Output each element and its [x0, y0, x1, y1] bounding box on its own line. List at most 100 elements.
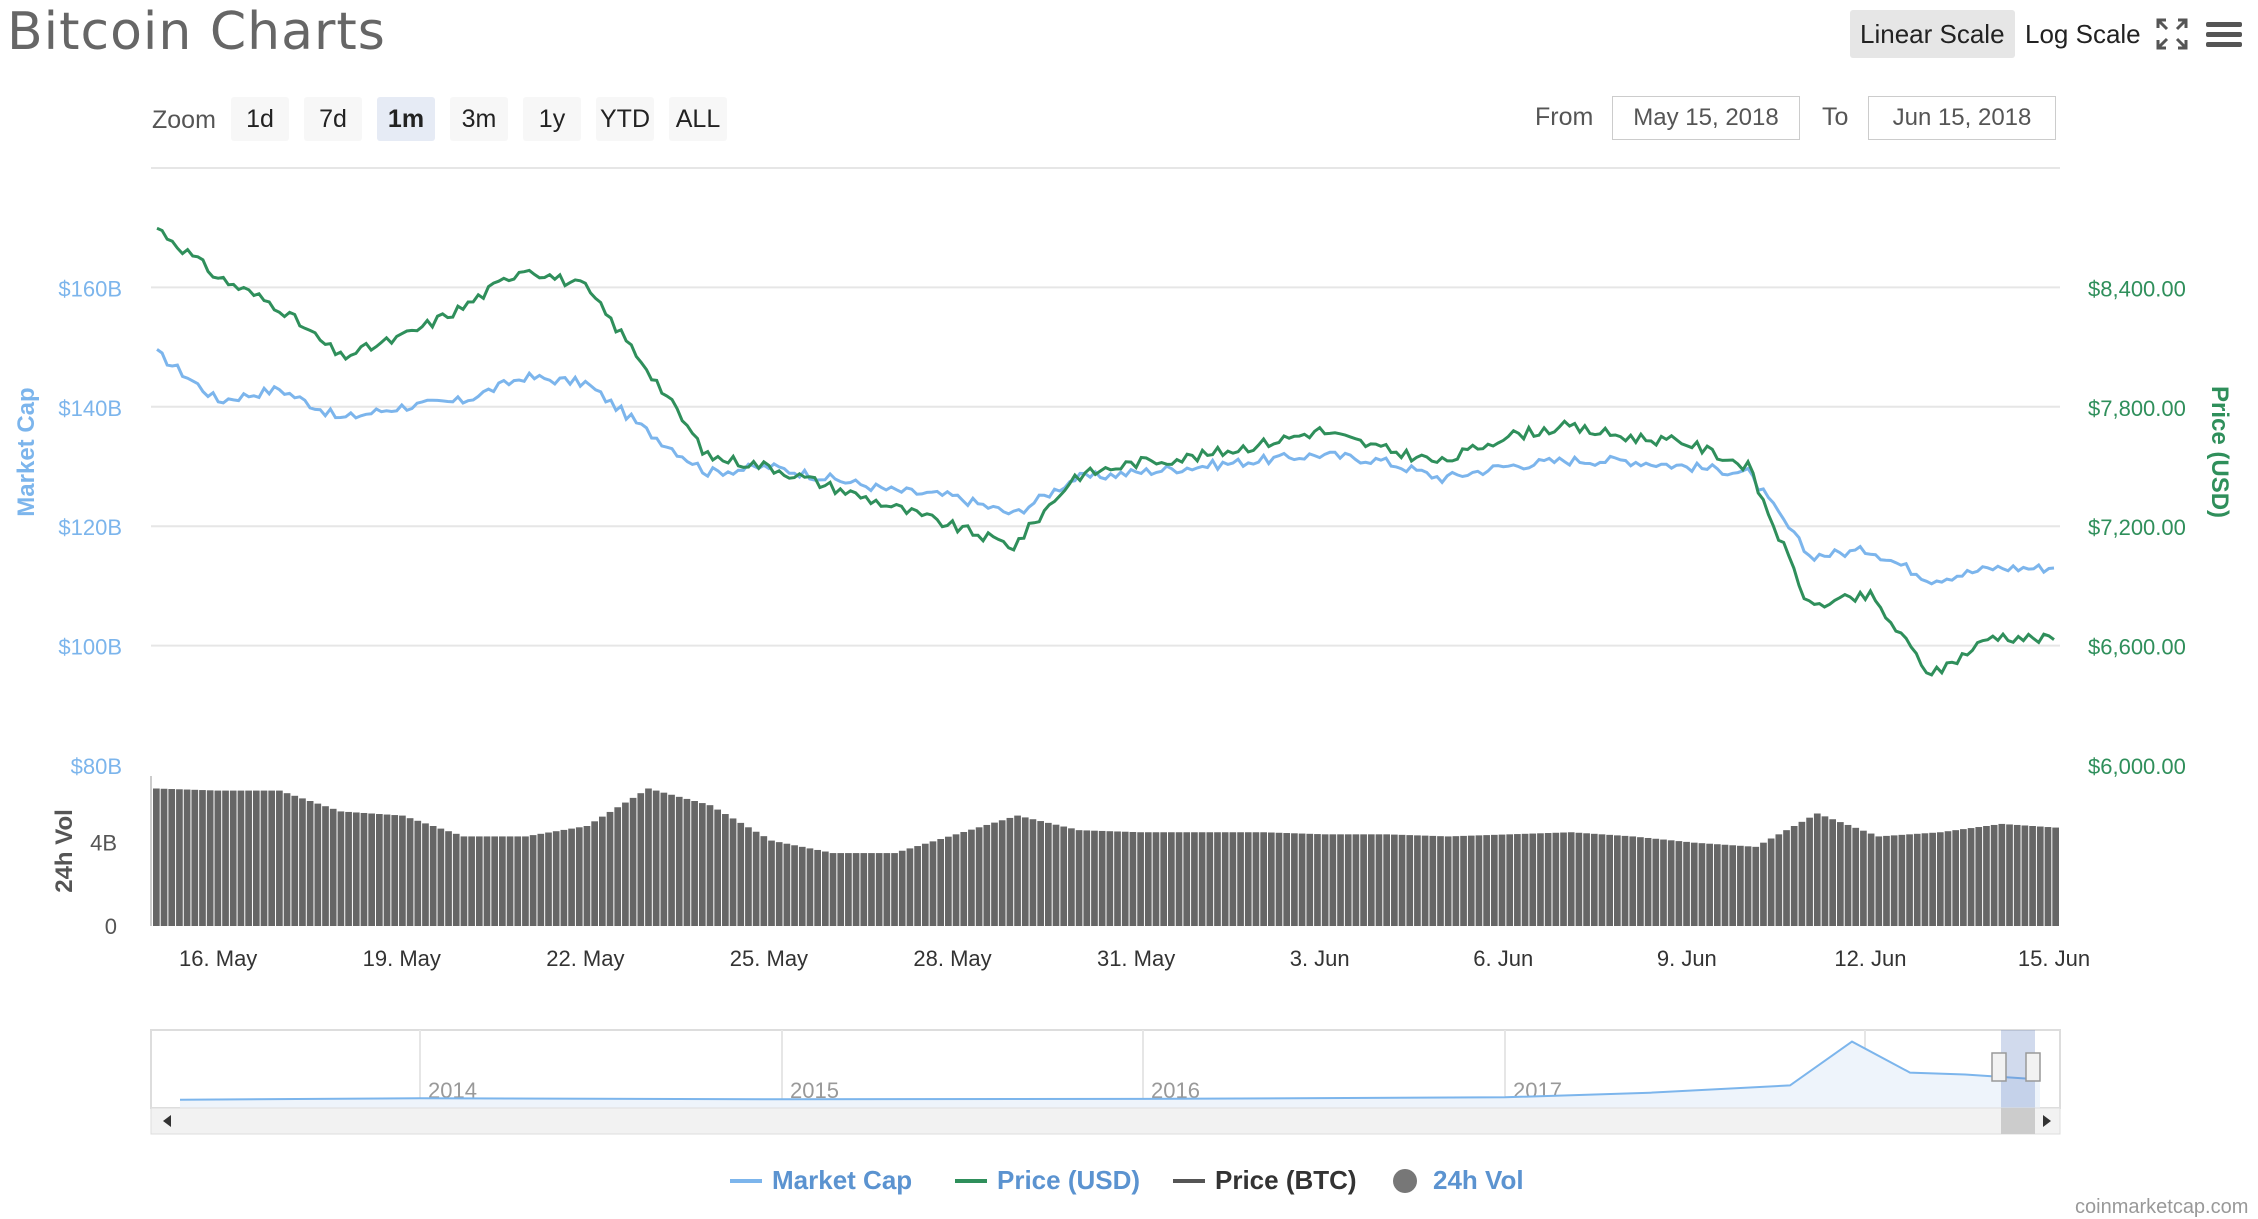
volume-bar: [329, 808, 337, 926]
volume-bar: [1667, 840, 1675, 926]
volume-bar: [868, 853, 875, 926]
volume-bar: [1744, 846, 1752, 926]
left-axis-tick-label: $80B: [71, 754, 122, 779]
volume-bar: [214, 790, 222, 926]
volume-bar: [1267, 832, 1275, 926]
volume-bar: [452, 833, 460, 926]
volume-bar: [575, 827, 583, 926]
volume-bar: [737, 822, 745, 926]
navigator[interactable]: 20142015201620172018: [150, 1029, 2061, 1135]
volume-bar: [1260, 832, 1267, 926]
volume-bar: [1829, 819, 1837, 926]
watermark: coinmarketcap.com: [2075, 1196, 2249, 1218]
volume-bar: [1806, 817, 1813, 926]
volume-bar: [952, 834, 960, 926]
volume-bar: [1952, 830, 1960, 926]
volume-bar: [1137, 832, 1144, 926]
volume-bar: [568, 828, 575, 926]
volume-bar: [1344, 834, 1352, 926]
volume-bar: [921, 843, 929, 926]
volume-bar: [1614, 835, 1621, 926]
volume-bar: [798, 846, 806, 926]
right-axis-tick-label: $7,800.00: [2088, 396, 2186, 421]
volume-bar: [1506, 834, 1514, 926]
volume-bar: [1183, 832, 1191, 926]
volume-bar: [222, 790, 229, 926]
volume-bar: [1967, 828, 1975, 926]
volume-bar: [2006, 824, 2013, 926]
volume-bar: [483, 836, 491, 926]
volume-bar: [199, 790, 206, 926]
x-axis-tick-label: 31. May: [1097, 946, 1175, 971]
volume-bar: [1798, 821, 1806, 926]
volume-bar: [383, 814, 391, 926]
left-axis-tick-label: $120B: [58, 515, 122, 540]
volume-bar: [1652, 838, 1660, 926]
volume-bar: [698, 803, 706, 926]
volume-bar: [252, 790, 260, 926]
volume-bar: [1898, 834, 1906, 926]
volume-bar: [1367, 834, 1375, 926]
volume-bar: [1813, 813, 1821, 926]
volume-bar: [206, 790, 214, 926]
right-axis-tick-label: $6,600.00: [2088, 635, 2186, 660]
volume-bar: [1191, 832, 1198, 926]
volume-bar: [714, 809, 722, 926]
volume-bar: [437, 828, 445, 926]
right-axis-tick-label: $8,400.00: [2088, 276, 2186, 301]
volume-bar: [352, 812, 360, 926]
volume-bar: [1621, 835, 1629, 926]
volume-bar: [1760, 842, 1767, 926]
volume-bar: [760, 836, 768, 926]
volume-bar: [752, 831, 760, 926]
volume-bar: [1783, 830, 1790, 926]
volume-bar: [1767, 838, 1775, 926]
left-axis-tick-label: $160B: [58, 276, 122, 301]
volume-bar: [1890, 835, 1898, 926]
volume-bar: [1098, 830, 1106, 926]
volume-bar: [1544, 833, 1552, 926]
volume-bar: [852, 853, 860, 926]
volume-bar: [891, 853, 898, 926]
volume-bar: [1014, 815, 1021, 926]
volume-bar: [422, 823, 429, 926]
volume-bar: [183, 789, 191, 926]
volume-bar: [998, 820, 1006, 926]
volume-bar: [1552, 832, 1560, 926]
volume-bar: [1606, 834, 1614, 926]
volume-bar: [283, 793, 291, 926]
volume-bar: [1690, 842, 1698, 926]
volume-bar: [829, 853, 837, 926]
volume-bar: [1960, 829, 1967, 926]
volume-bar: [1467, 835, 1475, 926]
x-axis-tick-label: 3. Jun: [1290, 946, 1350, 971]
volume-bar: [1252, 832, 1260, 926]
volume-bar: [1844, 824, 1852, 926]
volume-bar: [1721, 844, 1729, 926]
volume-bar: [1329, 834, 1337, 926]
volume-bar: [983, 824, 991, 926]
volume-bar: [1229, 832, 1237, 926]
x-axis-tick-label: 12. Jun: [1834, 946, 1906, 971]
volume-bar: [414, 820, 422, 926]
volume-bar: [399, 815, 406, 926]
volume-bar: [1498, 834, 1506, 926]
volume-bar: [975, 827, 983, 926]
legend-price-usd-label: Price (USD): [997, 1165, 1141, 1195]
volume-bar: [1944, 831, 1952, 926]
volume-bar: [898, 850, 906, 926]
left-axis-title: Market Cap: [13, 387, 40, 516]
right-axis-tick-label: $6,000.00: [2088, 754, 2186, 779]
volume-bar: [929, 841, 937, 926]
volume-bar: [391, 815, 399, 926]
volume-bar: [1068, 828, 1075, 926]
volume-bar: [1160, 832, 1168, 926]
x-axis-tick-label: 22. May: [546, 946, 624, 971]
volume-bar: [2013, 824, 2021, 926]
volume-bar: [668, 794, 675, 926]
volume-bar: [552, 831, 560, 926]
volume-bar: [2036, 826, 2044, 926]
volume-bar: [1975, 827, 1983, 926]
volume-bar: [506, 836, 514, 926]
volume-bar: [583, 826, 591, 926]
